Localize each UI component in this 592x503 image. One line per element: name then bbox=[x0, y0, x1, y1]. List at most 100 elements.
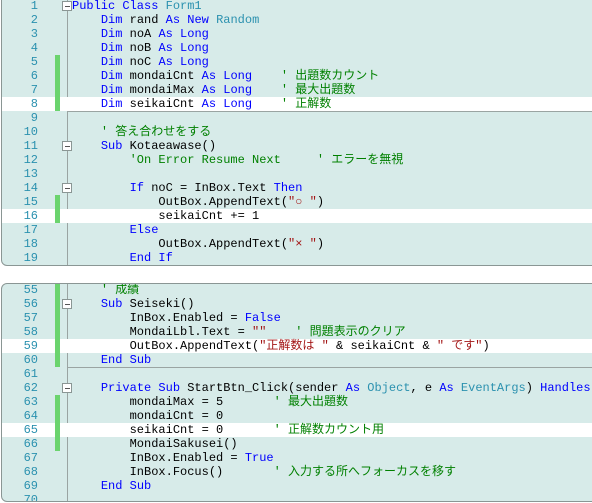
code-line[interactable]: 8 Dim seikaiCnt As Long ' 正解数 bbox=[2, 97, 592, 112]
line-number: 60 bbox=[23, 353, 38, 367]
code-token: rand bbox=[129, 13, 166, 27]
change-indicator-bar bbox=[55, 297, 60, 311]
code-line[interactable]: 64 mondaiCnt = 0 bbox=[2, 409, 592, 423]
code-token: StartBtn_Click(sender bbox=[187, 381, 346, 395]
code-lines: 1 Public Class Form1 2 Dim rand As New Ran… bbox=[2, 0, 592, 265]
code-line[interactable]: 5 Dim noC As Long bbox=[2, 55, 592, 69]
type-token: EventArgs bbox=[460, 381, 526, 395]
code-line[interactable]: 70 bbox=[2, 493, 592, 501]
code-line[interactable]: 57 InBox.Enabled = False bbox=[2, 311, 592, 325]
code-token: Kotaeawase() bbox=[129, 139, 217, 153]
string-token: "" bbox=[252, 325, 267, 339]
collapse-icon[interactable] bbox=[62, 1, 72, 11]
comment-token: 'On Error Resume Next ' エラーを無視 bbox=[129, 153, 404, 167]
code-line[interactable]: 59 OutBox.AppendText("正解数は " & seikaiCnt… bbox=[2, 339, 592, 353]
code-token: OutBox.AppendText( bbox=[72, 339, 260, 353]
keyword-token: End Sub bbox=[100, 353, 152, 367]
code-text: Dim noA As Long bbox=[72, 27, 209, 41]
code-line[interactable]: 19 End If bbox=[2, 251, 592, 265]
code-line[interactable]: 55 ' 成績 bbox=[2, 283, 592, 297]
code-token: seikaiCnt bbox=[129, 97, 202, 111]
keyword-token: As Long bbox=[201, 69, 253, 83]
comment-token: ' 出題数カウント bbox=[280, 69, 380, 83]
code-line[interactable]: 3 Dim noA As Long bbox=[2, 27, 592, 41]
code-line[interactable]: 4 Dim noB As Long bbox=[2, 41, 592, 55]
code-token: noC = InBox.Text bbox=[151, 181, 274, 195]
comment-token: ' 成績 bbox=[100, 283, 140, 297]
code-line[interactable]: 67 InBox.Enabled = True bbox=[2, 451, 592, 465]
code-text: End If bbox=[72, 251, 173, 265]
code-line[interactable]: 65 seikaiCnt = 0 ' 正解数カウント用 bbox=[2, 423, 592, 437]
code-text: ' 答え合わせをする bbox=[72, 125, 211, 139]
code-text: Dim mondaiCnt As Long ' 出題数カウント bbox=[72, 69, 379, 83]
code-line[interactable]: 62 Private Sub StartBtn_Click(sender As … bbox=[2, 381, 592, 395]
code-line[interactable]: 16 seikaiCnt += 1 bbox=[2, 209, 592, 223]
code-text: Private Sub StartBtn_Click(sender As Obj… bbox=[72, 381, 592, 395]
keyword-token: Dim bbox=[100, 27, 130, 41]
code-line[interactable]: 7 Dim mondaiMax As Long ' 最大出題数 bbox=[2, 83, 592, 97]
code-token: OutBox.AppendText( bbox=[72, 237, 289, 251]
comment-token: ' 入力する所へフォーカスを移す bbox=[273, 465, 457, 479]
code-lines: 5455 ' 成績56 Sub Seiseki()57 InBox.Enable… bbox=[2, 283, 592, 501]
code-line[interactable]: 68 InBox.Focus() ' 入力する所へフォーカスを移す bbox=[2, 465, 592, 479]
code-text: seikaiCnt = 0 ' 正解数カウント用 bbox=[72, 423, 384, 437]
line-number: 56 bbox=[23, 297, 38, 311]
code-line[interactable]: 58 MondaiLbl.Text = "" ' 問題表示のクリア bbox=[2, 325, 592, 339]
code-text: InBox.Enabled = True bbox=[72, 451, 274, 465]
code-line[interactable]: 69 End Sub bbox=[2, 479, 592, 493]
line-number: 5 bbox=[30, 55, 38, 69]
code-line[interactable]: 12 'On Error Resume Next ' エラーを無視 bbox=[2, 153, 592, 167]
code-editor-panel-bottom[interactable]: 5455 ' 成績56 Sub Seiseki()57 InBox.Enable… bbox=[1, 283, 592, 502]
comment-token: ' 最大出題数 bbox=[280, 83, 356, 97]
line-number: 4 bbox=[30, 41, 38, 55]
code-text: MondaiSakusei() bbox=[72, 437, 238, 451]
code-line[interactable]: 10 ' 答え合わせをする bbox=[2, 125, 592, 139]
code-line[interactable]: 13 bbox=[2, 167, 592, 181]
type-token: Object bbox=[367, 381, 411, 395]
code-token: mondaiCnt bbox=[129, 69, 202, 83]
change-indicator-bar bbox=[55, 69, 60, 83]
code-token: MondaiLbl.Text = bbox=[72, 325, 253, 339]
keyword-token: False bbox=[244, 311, 281, 325]
keyword-token: Dim bbox=[100, 97, 130, 111]
code-line[interactable]: 1 Public Class Form1 bbox=[2, 0, 592, 13]
code-line[interactable]: 18 OutBox.AppendText("× ") bbox=[2, 237, 592, 251]
keyword-token: As Long bbox=[158, 27, 209, 41]
collapse-icon[interactable] bbox=[62, 141, 72, 151]
collapse-icon[interactable] bbox=[62, 183, 72, 193]
code-text: Dim rand As New Random bbox=[72, 13, 259, 27]
code-text: mondaiMax = 5 ' 最大出題数 bbox=[72, 395, 348, 409]
code-line[interactable]: 63 mondaiMax = 5 ' 最大出題数 bbox=[2, 395, 592, 409]
keyword-token: Dim bbox=[100, 41, 130, 55]
keyword-token: Sub bbox=[100, 297, 130, 311]
keyword-token: As Long bbox=[158, 55, 209, 69]
code-editor-panel-top[interactable]: 1 Public Class Form1 2 Dim rand As New Ran… bbox=[1, 0, 592, 266]
code-line[interactable]: 9 bbox=[2, 111, 592, 125]
code-token: InBox.Enabled = bbox=[72, 451, 245, 465]
change-indicator-bar bbox=[55, 97, 60, 111]
code-token: OutBox.AppendText( bbox=[72, 195, 289, 209]
code-line[interactable]: 14 If noC = InBox.Text Then bbox=[2, 181, 592, 195]
code-line[interactable]: 56 Sub Seiseki() bbox=[2, 297, 592, 311]
collapse-icon[interactable] bbox=[62, 383, 72, 393]
code-line[interactable]: 60 End Sub bbox=[2, 353, 592, 368]
code-line[interactable]: 61 bbox=[2, 367, 592, 381]
code-line[interactable]: 15 OutBox.AppendText("○ ") bbox=[2, 195, 592, 209]
collapse-icon[interactable] bbox=[62, 299, 72, 309]
code-text: End Sub bbox=[72, 353, 151, 367]
code-line[interactable]: 2 Dim rand As New Random bbox=[2, 13, 592, 27]
code-token: mondaiMax bbox=[129, 83, 202, 97]
code-line[interactable]: 6 Dim mondaiCnt As Long ' 出題数カウント bbox=[2, 69, 592, 83]
code-token: seikaiCnt = 0 bbox=[72, 423, 274, 437]
code-line[interactable]: 66 MondaiSakusei() bbox=[2, 437, 592, 451]
keyword-token: Then bbox=[273, 181, 303, 195]
code-token: noB bbox=[129, 41, 159, 55]
code-line[interactable]: 11 Sub Kotaeawase() bbox=[2, 139, 592, 153]
code-text: InBox.Enabled = False bbox=[72, 311, 281, 325]
code-line[interactable]: 17 Else bbox=[2, 223, 592, 237]
